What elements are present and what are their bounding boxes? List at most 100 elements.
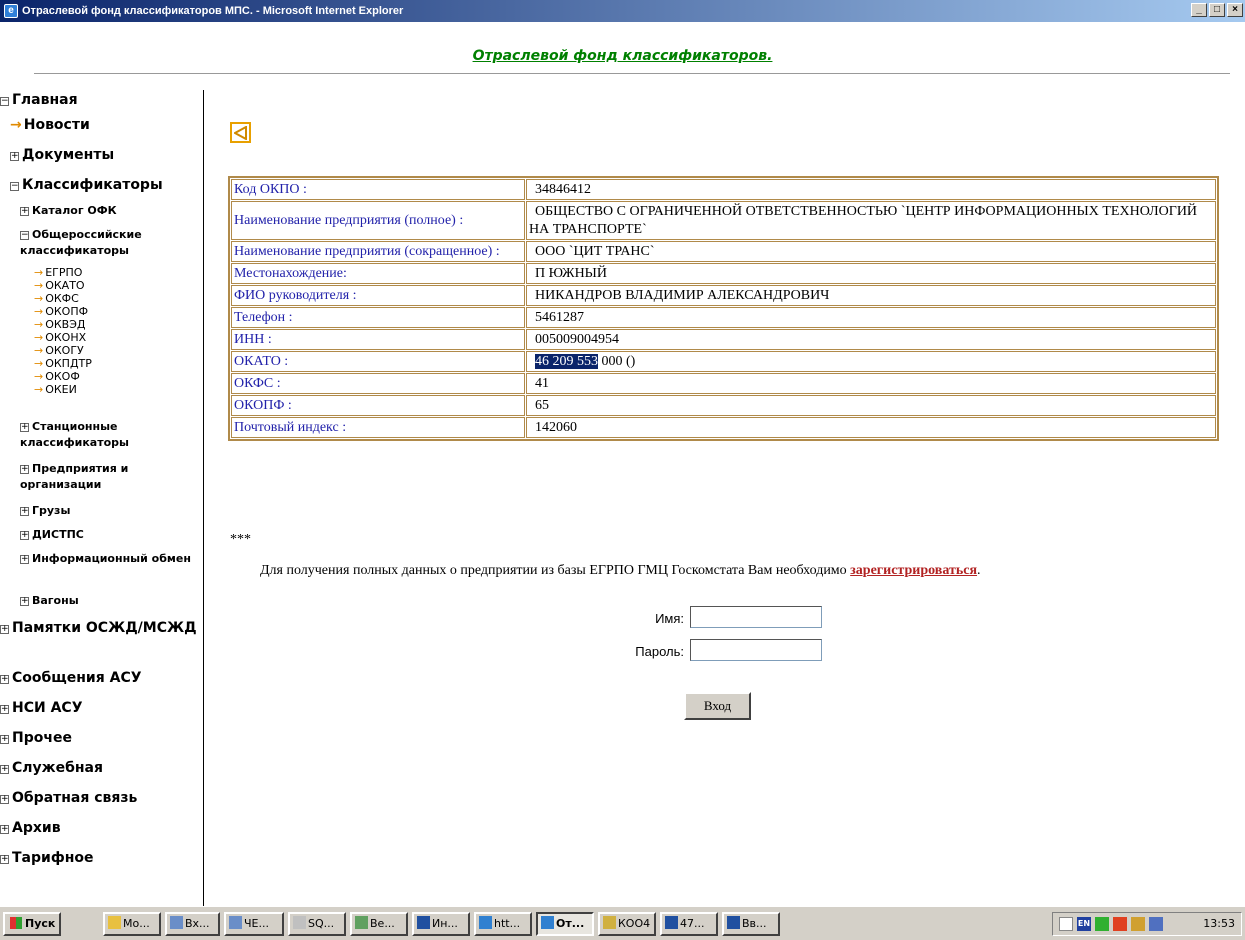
nav-sluzhebnaya[interactable]: + Служебная <box>0 760 103 776</box>
taskbar-item[interactable]: КОО4 <box>598 912 656 936</box>
nav-stantsionnye[interactable]: + Станционные классификаторы <box>20 419 200 451</box>
nav-gruzy[interactable]: + Грузы <box>20 503 70 519</box>
register-link[interactable]: зарегистрироваться <box>850 563 977 578</box>
tray-app-icon[interactable] <box>1095 917 1109 931</box>
taskbar-item-active[interactable]: От... <box>536 912 594 936</box>
site-header-link[interactable]: Отраслевой фонд классификаторов. <box>0 48 1245 64</box>
expand-icon: + <box>10 151 19 161</box>
task-label: КОО4 <box>618 917 651 930</box>
nav-sub-okfs[interactable]: → ОКФС <box>34 292 79 305</box>
table-row: ОКОПФ : 65 <box>231 395 1216 416</box>
nav-sub-okof[interactable]: → ОКОФ <box>34 370 80 383</box>
nav-label: Классификаторы <box>22 177 163 193</box>
table-row: Почтовый индекс : 142060 <box>231 417 1216 438</box>
close-button[interactable]: × <box>1227 3 1243 17</box>
field-value: ООО `ЦИТ ТРАНС` <box>526 241 1216 262</box>
browser-content: Отраслевой фонд классификаторов. − Главна… <box>0 22 1245 906</box>
nav-infobmen[interactable]: + Информационный обмен <box>20 551 200 567</box>
nav-label: Служебная <box>12 760 103 776</box>
internet-explorer-icon <box>479 916 492 929</box>
taskbar-item[interactable]: htt... <box>474 912 532 936</box>
nav-sub-okpdtr[interactable]: → ОКПДТР <box>34 357 92 370</box>
task-label: SQ... <box>308 917 335 930</box>
start-label: Пуск <box>25 917 56 930</box>
field-value: 005009004954 <box>526 329 1216 350</box>
nav-sub-okved[interactable]: → ОКВЭД <box>34 318 86 331</box>
taskbar-item[interactable]: Ве... <box>350 912 408 936</box>
login-button[interactable]: Вход <box>684 692 751 720</box>
nav-label: Памятки ОСЖД/МСЖД <box>12 620 197 636</box>
nav-label: ОКОГУ <box>45 344 84 357</box>
nav-label: ОКФС <box>45 292 79 305</box>
password-input[interactable] <box>690 639 822 661</box>
maximize-button[interactable]: □ <box>1209 3 1225 17</box>
nav-sub-okogu[interactable]: → ОКОГУ <box>34 344 84 357</box>
nav-obsherossiyskie[interactable]: − Общероссийские классификаторы <box>20 227 200 259</box>
taskbar-item[interactable]: Мо... <box>103 912 161 936</box>
field-label: ОКАТО : <box>231 351 525 372</box>
nav-glavnaya[interactable]: − Главная <box>0 92 78 108</box>
nav-soobsheniya[interactable]: + Сообщения АСУ <box>0 670 142 686</box>
nav-label: ДИСТПС <box>32 528 84 541</box>
nav-pamyatki[interactable]: + Памятки ОСЖД/МСЖД <box>0 619 200 637</box>
collapse-icon: − <box>10 181 19 191</box>
expand-icon: + <box>0 764 9 774</box>
field-value: ОБЩЕСТВО С ОГРАНИЧЕННОЙ ОТВЕТСТВЕННОСТЬЮ… <box>526 201 1216 240</box>
task-label: Мо... <box>123 917 150 930</box>
taskbar-item[interactable]: Вв... <box>722 912 780 936</box>
speaker-icon[interactable] <box>1059 917 1073 931</box>
task-label: От... <box>556 917 585 930</box>
nav-nsi[interactable]: + НСИ АСУ <box>0 700 83 716</box>
field-label: ФИО руководителя : <box>231 285 525 306</box>
nav-label: НСИ АСУ <box>12 700 83 716</box>
nav-predpriyatiya[interactable]: + Предприятия и организации <box>20 461 200 493</box>
taskbar-item[interactable]: Вх... <box>165 912 220 936</box>
taskbar-item[interactable]: SQ... <box>288 912 346 936</box>
tray-app-icon[interactable] <box>1113 917 1127 931</box>
field-value: 142060 <box>526 417 1216 438</box>
outlook-icon <box>170 916 183 929</box>
nav-dokumenty[interactable]: + Документы <box>10 147 114 163</box>
tray-app-icon[interactable] <box>1149 917 1163 931</box>
nav-sub-okei[interactable]: → ОКЕИ <box>34 383 77 396</box>
expand-icon: + <box>0 674 9 684</box>
nav-obratnaya[interactable]: + Обратная связь <box>0 790 137 806</box>
nav-katalog-ofk[interactable]: + Каталог ОФК <box>20 203 117 219</box>
nav-sub-okonh[interactable]: → ОКОНХ <box>34 331 86 344</box>
arrow-icon: → <box>34 305 44 318</box>
name-input[interactable] <box>690 606 822 628</box>
taskbar-item[interactable]: 47... <box>660 912 718 936</box>
nav-label: ЕГРПО <box>45 266 83 279</box>
expand-icon: + <box>20 206 29 216</box>
nav-label: ОКЕИ <box>45 383 77 396</box>
field-label: Местонахождение: <box>231 263 525 284</box>
internet-explorer-icon: e <box>4 4 18 18</box>
nav-label: ОКОНХ <box>45 331 87 344</box>
field-label: Наименование предприятия (полное) : <box>231 201 525 240</box>
nav-label: Общероссийские классификаторы <box>20 228 142 257</box>
arrow-icon: → <box>34 318 44 331</box>
nav-vagony[interactable]: + Вагоны <box>20 593 79 609</box>
table-row: ОКФС : 41 <box>231 373 1216 394</box>
nav-sub-okopf[interactable]: → ОКОПФ <box>34 305 88 318</box>
language-indicator[interactable]: EN <box>1077 917 1091 931</box>
nav-arhiv[interactable]: + Архив <box>0 820 61 836</box>
minimize-button[interactable]: _ <box>1191 3 1207 17</box>
nav-sub-egrpo[interactable]: → ЕГРПО <box>34 266 82 279</box>
field-label: ОКФС : <box>231 373 525 394</box>
taskbar-item[interactable]: ЧЕ... <box>224 912 284 936</box>
arrow-icon: → <box>34 331 44 344</box>
expand-icon: + <box>0 704 9 714</box>
tray-app-icon[interactable] <box>1131 917 1145 931</box>
nav-klassifikatory[interactable]: − Классификаторы <box>10 177 163 193</box>
field-label: ИНН : <box>231 329 525 350</box>
nav-distps[interactable]: + ДИСТПС <box>20 527 84 543</box>
nav-tarifnoe[interactable]: + Тарифное <box>0 850 94 866</box>
nav-novosti[interactable]: → Новости <box>10 117 90 133</box>
taskbar-item[interactable]: Ин... <box>412 912 470 936</box>
back-button[interactable] <box>230 122 251 143</box>
word-icon <box>727 916 740 929</box>
start-button[interactable]: Пуск <box>3 912 61 936</box>
nav-prochee[interactable]: + Прочее <box>0 730 72 746</box>
nav-sub-okato[interactable]: → ОКАТО <box>34 279 85 292</box>
